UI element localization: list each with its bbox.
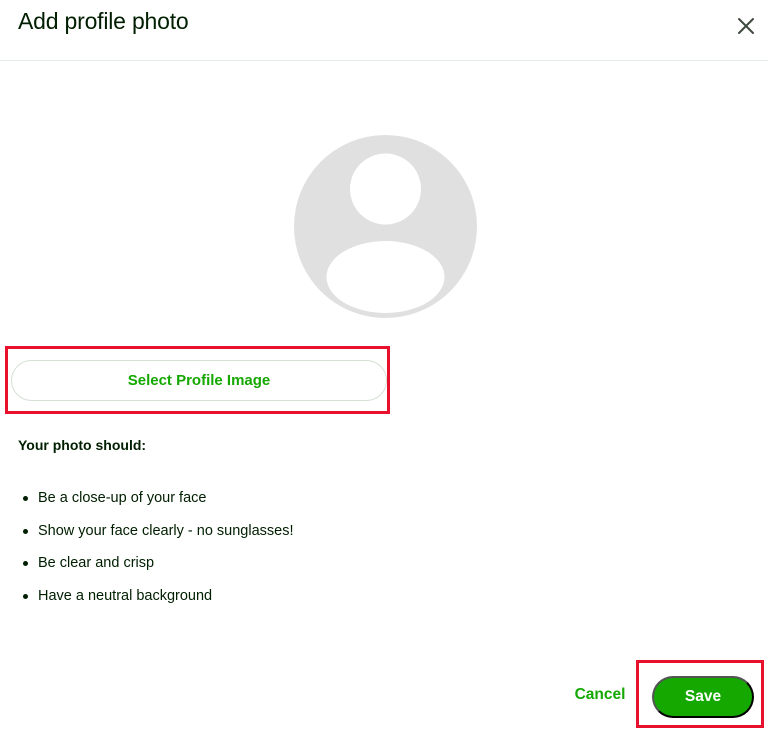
guidelines-list: Be a close-up of your face Show your fac… (22, 488, 294, 618)
cancel-button[interactable]: Cancel (566, 683, 634, 707)
bullet-icon (23, 528, 28, 534)
guideline-text: Show your face clearly - no sunglasses! (38, 522, 294, 539)
guideline-item: Be a close-up of your face (22, 488, 294, 521)
save-highlight: Save (636, 660, 764, 728)
avatar-placeholder (294, 135, 477, 318)
select-image-highlight: Select Profile Image (5, 346, 390, 414)
guideline-text: Have a neutral background (38, 587, 213, 604)
add-profile-photo-dialog: Add profile photo Select Profile Image Y… (0, 0, 768, 733)
dialog-title: Add profile photo (18, 8, 189, 34)
guidelines-heading: Your photo should: (18, 437, 147, 453)
save-button[interactable]: Save (652, 676, 754, 718)
bullet-icon (23, 593, 28, 599)
bullet-icon (23, 561, 28, 566)
dialog-header: Add profile photo (0, 0, 768, 61)
close-button[interactable] (734, 14, 758, 38)
bullet-icon (23, 496, 28, 501)
close-icon (738, 18, 754, 34)
guideline-item: Have a neutral background (22, 586, 294, 619)
select-profile-image-button[interactable]: Select Profile Image (11, 360, 387, 401)
guideline-text: Be clear and crisp (38, 555, 155, 571)
guideline-item: Show your face clearly - no sunglasses! (22, 521, 294, 554)
user-placeholder-icon (294, 135, 477, 318)
guideline-text: Be a close-up of your face (38, 490, 207, 506)
guideline-item: Be clear and crisp (22, 553, 294, 586)
